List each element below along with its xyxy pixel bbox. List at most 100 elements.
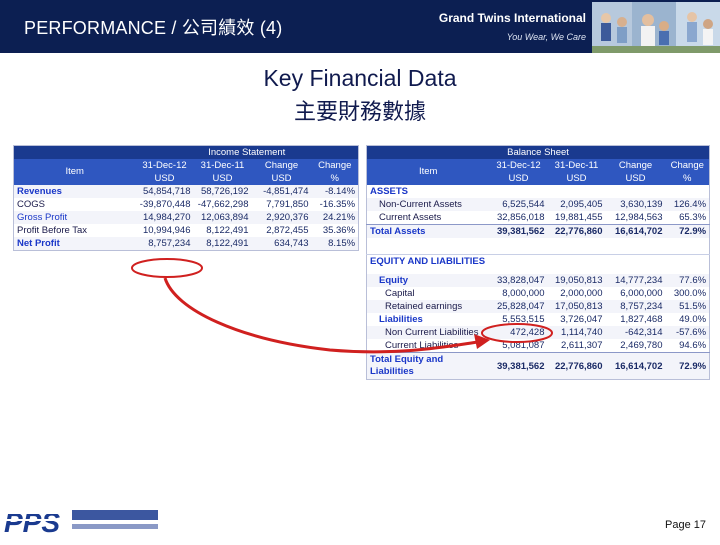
table-row: Current Assets 32,856,018 19,881,455 12,… bbox=[366, 211, 710, 225]
cell-value: 3,726,047 bbox=[547, 313, 606, 326]
col-header-date2: 31-Dec-11 bbox=[193, 159, 252, 172]
cell-value: 39,381,562 bbox=[489, 352, 548, 380]
table-row: Total Assets 39,381,562 22,776,860 16,61… bbox=[366, 224, 710, 238]
cell-value: 2,000,000 bbox=[547, 287, 606, 300]
cell-value: 58,726,192 bbox=[193, 185, 252, 198]
cell-value: 33,828,047 bbox=[489, 274, 548, 287]
col-header-change-pct: Change bbox=[665, 159, 710, 172]
cell-value: 2,469,780 bbox=[605, 339, 666, 353]
row-label: Total Assets bbox=[366, 224, 490, 238]
col-header-item: Item bbox=[366, 159, 490, 185]
col-unit-4: % bbox=[311, 172, 359, 185]
cell-value: 472,428 bbox=[489, 326, 548, 339]
section-row: ASSETS bbox=[366, 185, 710, 198]
cell-value: 8.15% bbox=[311, 237, 359, 251]
col-header-change-pct: Change bbox=[311, 159, 359, 172]
table-row: Non Current Liabilities 472,428 1,114,74… bbox=[366, 326, 710, 339]
footer-logo: PPS bbox=[0, 500, 170, 540]
table-row: Profit Before Tax 10,994,946 8,122,491 2… bbox=[13, 224, 359, 237]
table-row: Capital 8,000,000 2,000,000 6,000,000 30… bbox=[366, 287, 710, 300]
col-header-date1: 31-Dec-12 bbox=[135, 159, 194, 172]
table-row: Equity 33,828,047 19,050,813 14,777,234 … bbox=[366, 274, 710, 287]
col-unit-1: USD bbox=[489, 172, 548, 185]
section-label-assets: ASSETS bbox=[366, 185, 710, 198]
cell-value: 94.6% bbox=[665, 339, 710, 353]
table-row: Non-Current Assets 6,525,544 2,095,405 3… bbox=[366, 198, 710, 211]
col-header-date2: 31-Dec-11 bbox=[547, 159, 606, 172]
income-statement-title: Income Statement bbox=[135, 145, 359, 159]
cell-value: 35.36% bbox=[311, 224, 359, 237]
page-subtitle: 主要財務數據 bbox=[293, 99, 426, 124]
col-unit-2: USD bbox=[193, 172, 252, 185]
cell-value: -39,870,448 bbox=[135, 198, 194, 211]
net-profit-highlight-ellipse bbox=[131, 258, 203, 278]
cell-value: 8,000,000 bbox=[489, 287, 548, 300]
table-band: Balance Sheet bbox=[366, 145, 710, 159]
row-label: Equity bbox=[366, 274, 490, 287]
cell-value: 77.6% bbox=[665, 274, 710, 287]
cell-value: 49.0% bbox=[665, 313, 710, 326]
net-profit-value: 8,757,234 bbox=[135, 237, 194, 251]
table-row: Total Equity and Liabilities 39,381,562 … bbox=[366, 352, 710, 380]
cell-value: 2,872,455 bbox=[251, 224, 312, 237]
income-statement-table: Income Statement Item 31-Dec-12 31-Dec-1… bbox=[13, 145, 360, 251]
cell-value: 16,614,702 bbox=[605, 224, 666, 238]
cell-value: 72.9% bbox=[665, 352, 710, 380]
cell-value: 126.4% bbox=[665, 198, 710, 211]
row-label: Non Current Liabilities bbox=[366, 326, 490, 339]
cell-value: 634,743 bbox=[251, 237, 312, 251]
table-row: Current Liabilities 5,081,087 2,611,307 … bbox=[366, 339, 710, 353]
col-header-date1: 31-Dec-12 bbox=[489, 159, 548, 172]
table-header-row: Item 31-Dec-12 31-Dec-11 Change Change bbox=[13, 159, 359, 185]
cell-value: -642,314 bbox=[605, 326, 666, 339]
page-title: Key Financial Data bbox=[263, 65, 457, 91]
table-band: Income Statement bbox=[13, 145, 359, 159]
cell-value: 51.5% bbox=[665, 300, 710, 313]
company-tagline: You Wear, We Care bbox=[506, 32, 586, 42]
spacer-row bbox=[366, 238, 710, 255]
table-row: Net Profit 8,757,234 8,122,491 634,743 8… bbox=[13, 237, 359, 251]
cell-value: -4,851,474 bbox=[251, 185, 312, 198]
table-row: Gross Profit 14,984,270 12,063,894 2,920… bbox=[13, 211, 359, 224]
cell-value: 22,776,860 bbox=[547, 224, 606, 238]
cell-value: 6,000,000 bbox=[605, 287, 666, 300]
company-name: Grand Twins International bbox=[438, 11, 586, 25]
cell-value: 8,122,491 bbox=[193, 237, 252, 251]
col-unit-3: USD bbox=[251, 172, 312, 185]
cell-value: 24.21% bbox=[311, 211, 359, 224]
cell-value: 8,757,234 bbox=[605, 300, 666, 313]
row-label: Gross Profit bbox=[13, 211, 136, 224]
cell-value: 12,984,563 bbox=[605, 211, 666, 225]
page-number: Page 17 bbox=[665, 519, 706, 531]
retained-earnings-value: 25,828,047 bbox=[489, 300, 548, 313]
table-row: Retained earnings 25,828,047 17,050,813 … bbox=[366, 300, 710, 313]
cell-value: 19,881,455 bbox=[547, 211, 606, 225]
cell-value: -8.14% bbox=[311, 185, 359, 198]
col-header-change: Change bbox=[605, 159, 666, 172]
cell-value: 10,994,946 bbox=[135, 224, 194, 237]
cell-value: 19,050,813 bbox=[547, 274, 606, 287]
col-unit-3: USD bbox=[605, 172, 666, 185]
balance-sheet-table: Balance Sheet Item 31-Dec-12 31-Dec-11 C… bbox=[366, 145, 711, 380]
cell-value: 32,856,018 bbox=[489, 211, 548, 225]
cell-value: 2,920,376 bbox=[251, 211, 312, 224]
cell-value: 54,854,718 bbox=[135, 185, 194, 198]
col-header-change: Change bbox=[251, 159, 312, 172]
cell-value: 7,791,850 bbox=[251, 198, 312, 211]
row-label: Capital bbox=[366, 287, 490, 300]
cell-value: 2,095,405 bbox=[547, 198, 606, 211]
col-unit-2: USD bbox=[547, 172, 606, 185]
cell-value: 14,777,234 bbox=[605, 274, 666, 287]
col-unit-1: USD bbox=[135, 172, 194, 185]
row-label: Non-Current Assets bbox=[366, 198, 490, 211]
cell-value: 1,827,468 bbox=[605, 313, 666, 326]
cell-value: 22,776,860 bbox=[547, 352, 606, 380]
cell-value: -47,662,298 bbox=[193, 198, 252, 211]
cell-value: 5,081,087 bbox=[489, 339, 548, 353]
cell-value: 1,114,740 bbox=[547, 326, 606, 339]
cell-value: 5,553,515 bbox=[489, 313, 548, 326]
section-row: EQUITY AND LIABILITIES bbox=[366, 254, 710, 268]
cell-value: 3,630,139 bbox=[605, 198, 666, 211]
cell-value: 300.0% bbox=[665, 287, 710, 300]
pps-logo-image: PPS bbox=[4, 507, 158, 538]
